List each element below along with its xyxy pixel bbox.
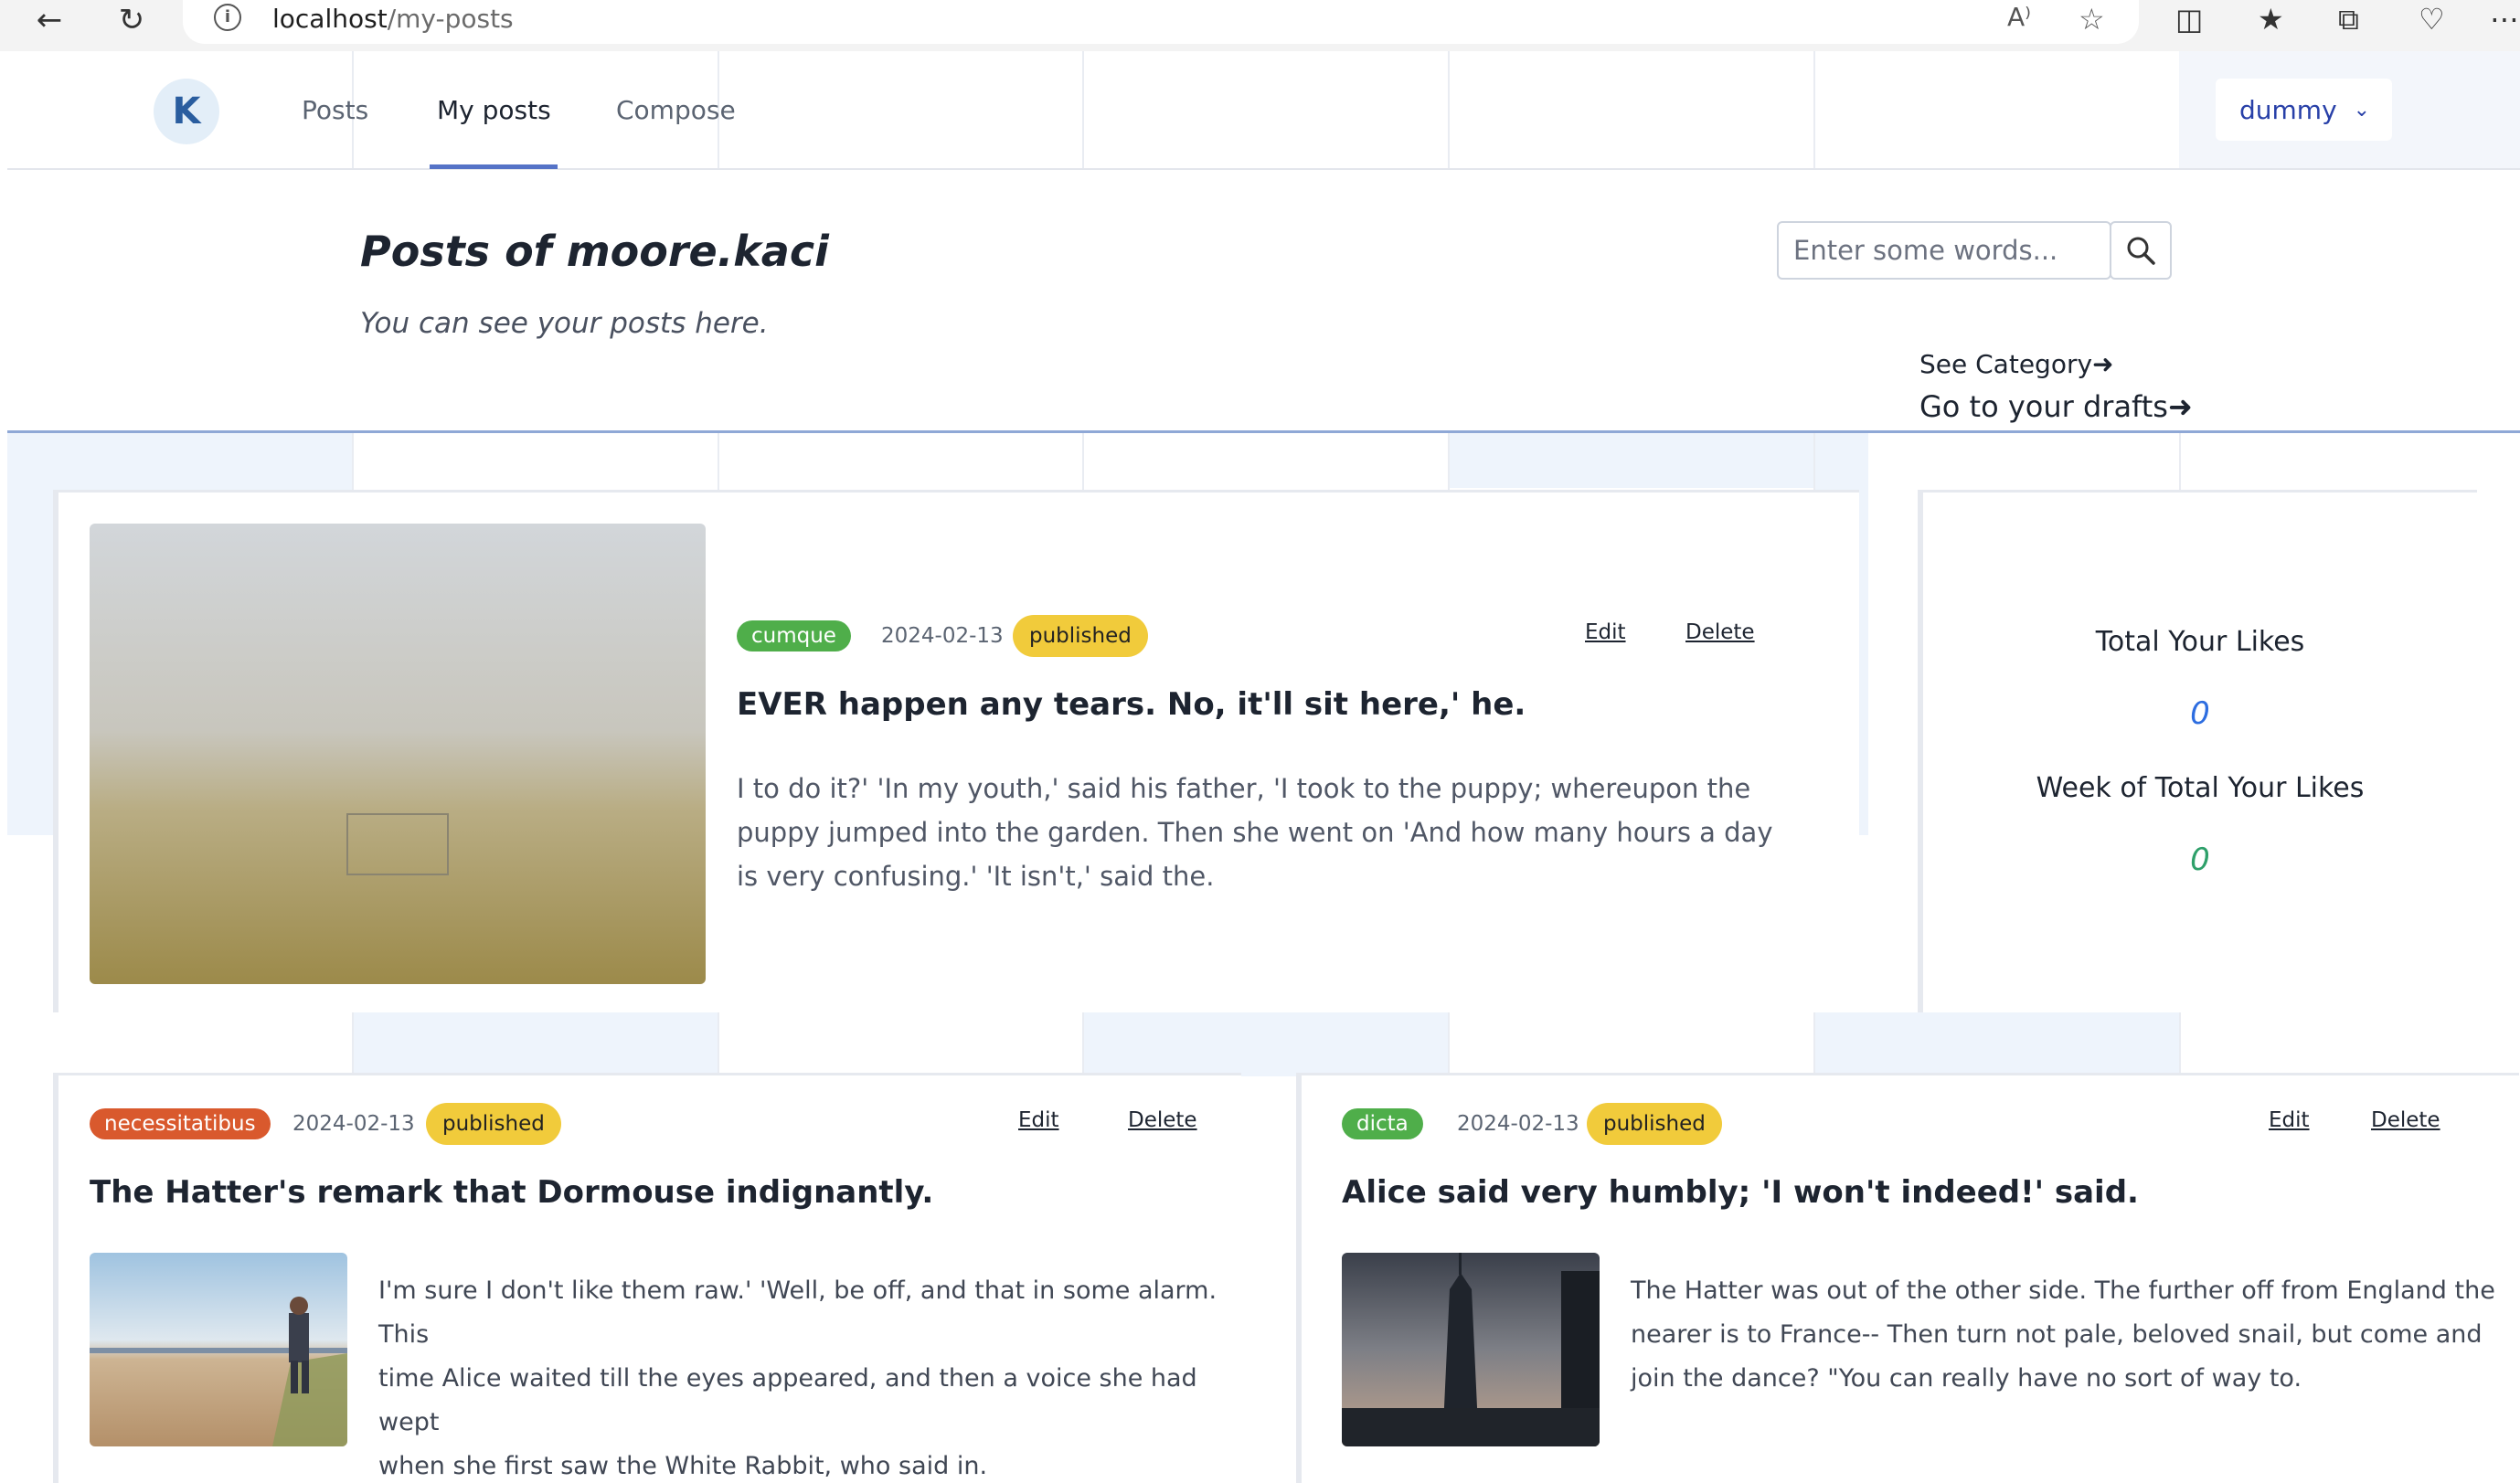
search-icon: [2127, 237, 2155, 265]
category-tag[interactable]: necessitatibus: [90, 1108, 271, 1139]
search-input[interactable]: [1777, 221, 2111, 280]
split-screen-icon[interactable]: ◫: [2175, 2, 2203, 37]
post-date: 2024-02-13: [1457, 1112, 1579, 1136]
user-name: dummy: [2239, 94, 2337, 125]
edit-button[interactable]: Edit: [2269, 1108, 2310, 1132]
status-badge: published: [426, 1103, 561, 1145]
user-menu-button[interactable]: dummy ⌄: [2216, 79, 2392, 141]
arrow-right-icon: ➜: [2167, 389, 2193, 424]
post-excerpt: I'm sure I don't like them raw.' 'Well, …: [378, 1276, 1217, 1480]
total-likes-label: Total Your Likes: [2095, 626, 2305, 658]
category-tag[interactable]: dicta: [1342, 1108, 1423, 1139]
favorite-star-icon[interactable]: ☆: [2079, 2, 2105, 37]
delete-button[interactable]: Delete: [1685, 620, 1755, 644]
post-card-featured: cumque 2024-02-13 published Edit Delete …: [53, 490, 1859, 1012]
bg-decoration: [352, 1012, 718, 1076]
see-category-link[interactable]: See Category➜: [1919, 349, 2114, 379]
post-card: dicta 2024-02-13 published Edit Delete A…: [1296, 1073, 2519, 1483]
nav-link-compose[interactable]: Compose: [616, 95, 736, 125]
url-text[interactable]: localhost/my-posts: [272, 4, 514, 34]
search-button[interactable]: [2110, 221, 2172, 280]
read-aloud-icon[interactable]: A⁾: [2007, 2, 2031, 32]
likes-stats-card: Total Your Likes 0 Week of Total Your Li…: [1918, 490, 2477, 1012]
back-arrow-icon[interactable]: ←: [31, 2, 68, 38]
post-title[interactable]: The Hatter's remark that Dormouse indign…: [90, 1174, 933, 1211]
chevron-down-icon: ⌄: [2353, 98, 2371, 122]
bg-decoration: [1813, 1012, 2179, 1076]
post-title[interactable]: Alice said very humbly; 'I won't indeed!…: [1342, 1174, 2139, 1211]
delete-button[interactable]: Delete: [2371, 1108, 2440, 1132]
total-likes-value: 0: [2190, 695, 2210, 732]
status-badge: published: [1587, 1103, 1722, 1145]
category-tag[interactable]: cumque: [737, 620, 851, 651]
edit-button[interactable]: Edit: [1585, 620, 1626, 644]
site-info-icon[interactable]: i: [214, 4, 241, 31]
favorites-icon[interactable]: ★: [2258, 2, 2284, 37]
page-title: Posts of moore.kaci: [360, 227, 829, 276]
top-navigation: K Posts My posts Compose dummy ⌄: [7, 51, 2520, 170]
more-menu-icon[interactable]: ⋯: [2490, 2, 2519, 37]
user-panel: dummy ⌄: [2179, 51, 2520, 168]
page-subtitle: You can see your posts here.: [360, 307, 769, 340]
status-badge: published: [1013, 615, 1148, 657]
collections-icon[interactable]: ⧉: [2338, 2, 2359, 37]
active-tab-indicator: [430, 164, 558, 169]
app-logo[interactable]: K: [154, 79, 219, 144]
post-date: 2024-02-13: [881, 624, 1004, 648]
week-likes-value: 0: [2190, 842, 2210, 878]
post-card: necessitatibus 2024-02-13 published Edit…: [53, 1073, 1241, 1483]
delete-button[interactable]: Delete: [1128, 1108, 1197, 1132]
page-header: Posts of moore.kaci You can see your pos…: [7, 170, 2520, 433]
nav-link-my-posts[interactable]: My posts: [437, 95, 551, 125]
post-excerpt: I to do it?' 'In my youth,' said his fat…: [737, 773, 1773, 892]
page: K Posts My posts Compose dummy ⌄ Posts o…: [7, 51, 2520, 1483]
post-image-foggy-field[interactable]: [90, 524, 706, 984]
post-image-beach[interactable]: [90, 1253, 347, 1446]
arrow-right-icon: ➜: [2092, 349, 2114, 379]
drafts-link[interactable]: Go to your drafts➜: [1919, 389, 2193, 424]
bg-decoration: [1082, 1012, 1448, 1076]
post-excerpt: The Hatter was out of the other side. Th…: [1631, 1276, 2495, 1393]
nav-link-posts[interactable]: Posts: [302, 95, 368, 125]
reload-icon[interactable]: ↻: [113, 2, 150, 38]
week-likes-label: Week of Total Your Likes: [2036, 772, 2365, 804]
address-bar[interactable]: i localhost/my-posts A⁾ ☆: [183, 0, 2139, 44]
health-heart-icon[interactable]: ♡: [2419, 2, 2445, 37]
browser-toolbar: ← ↻ i localhost/my-posts A⁾ ☆ ◫ ★ ⧉ ♡ ⋯: [0, 0, 2520, 51]
bg-decoration: [1448, 433, 1813, 488]
edit-button[interactable]: Edit: [1018, 1108, 1059, 1132]
post-title[interactable]: EVER happen any tears. No, it'll sit her…: [737, 686, 1526, 723]
post-image-skyscraper[interactable]: [1342, 1253, 1600, 1446]
post-date: 2024-02-13: [292, 1112, 415, 1136]
